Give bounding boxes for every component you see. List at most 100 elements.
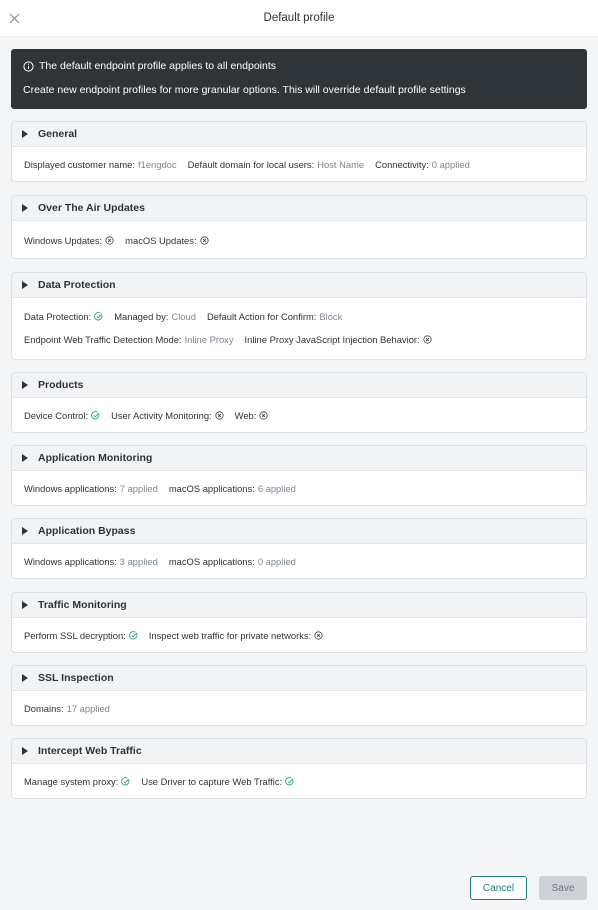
section-header-ssl-inspection[interactable]: SSL Inspection xyxy=(12,666,586,691)
setting-item: Inline Proxy JavaScript Injection Behavi… xyxy=(245,334,432,345)
setting-item: Web: xyxy=(235,410,269,421)
setting-value: 3 applied xyxy=(119,555,158,567)
setting-row: Windows Updates: macOS Updates: xyxy=(12,232,586,248)
setting-label: Default domain for local users: xyxy=(187,158,315,170)
disabled-x-icon xyxy=(423,334,432,344)
section-title: General xyxy=(38,128,78,140)
setting-row: Data Protection: Managed by: Cloud Default … xyxy=(12,308,586,324)
setting-label: Data Protection: xyxy=(24,310,92,322)
section-title: Traffic Monitoring xyxy=(38,599,127,611)
setting-value: Block xyxy=(319,310,343,322)
setting-item: macOS Updates: xyxy=(125,235,209,246)
setting-label: Web: xyxy=(234,409,257,421)
section-title: SSL Inspection xyxy=(38,672,114,684)
disabled-x-icon xyxy=(215,410,224,420)
section-data-protection: Data Protection Data Protection: Managed … xyxy=(11,272,587,360)
setting-label: Managed by: xyxy=(114,310,169,322)
setting-value: Cloud xyxy=(171,310,196,322)
section-general: General Displayed customer name: f1engdoc… xyxy=(11,121,587,182)
expand-triangle-icon xyxy=(22,527,28,535)
section-rows: Data Protection: Managed by: Cloud Default … xyxy=(12,298,586,347)
section-title: Over The Air Updates xyxy=(38,202,145,214)
setting-value: 0 applied xyxy=(257,555,296,567)
cancel-button[interactable]: Cancel xyxy=(470,876,527,900)
setting-label: Manage system proxy: xyxy=(24,775,119,787)
setting-label: Displayed customer name: xyxy=(24,158,135,170)
setting-value: f1engdoc xyxy=(138,158,177,170)
section-rows: Windows Updates: macOS Updates: xyxy=(12,221,586,248)
setting-label: Windows applications: xyxy=(24,555,117,567)
banner-description: Create new endpoint profiles for more gr… xyxy=(23,84,466,96)
section-traffic-monitoring: Traffic Monitoring Perform SSL decryptio… xyxy=(11,592,587,653)
section-header-products[interactable]: Products xyxy=(12,373,586,398)
setting-row: Domains: 17 applied xyxy=(12,700,586,716)
section-rows: Domains: 17 applied xyxy=(12,691,586,716)
section-title: Application Monitoring xyxy=(38,452,153,464)
section-header-application-bypass[interactable]: Application Bypass xyxy=(12,519,586,544)
setting-label: User Activity Monitoring: xyxy=(111,409,212,421)
section-rows: Windows applications: 7 applied macOS appl… xyxy=(12,471,586,496)
setting-value: 17 applied xyxy=(66,702,110,714)
disabled-x-icon xyxy=(259,410,268,420)
setting-item: Endpoint Web Traffic Detection Mode: Inli… xyxy=(24,334,234,345)
setting-item: Manage system proxy: xyxy=(24,776,130,787)
setting-item: Default domain for local users: Host Name xyxy=(188,159,365,170)
setting-item: Perform SSL decryption: xyxy=(24,630,138,641)
setting-item: Managed by: Cloud xyxy=(114,311,196,322)
section-header-ota[interactable]: Over The Air Updates xyxy=(12,196,586,221)
setting-value: Host Name xyxy=(317,158,365,170)
setting-item: Device Control: xyxy=(24,410,100,421)
section-header-application-monitoring[interactable]: Application Monitoring xyxy=(12,446,586,471)
enabled-check-icon xyxy=(285,776,294,785)
expand-triangle-icon xyxy=(22,281,28,289)
setting-item: Connectivity: 0 applied xyxy=(375,159,470,170)
setting-item: Windows Updates: xyxy=(24,235,114,246)
save-button[interactable]: Save xyxy=(539,876,587,900)
setting-label: macOS applications: xyxy=(168,555,255,567)
setting-row: Device Control: User Activity Monitoring:… xyxy=(12,407,586,423)
setting-item: Default Action for Confirm: Block xyxy=(207,311,342,322)
setting-row: Endpoint Web Traffic Detection Mode: Inli… xyxy=(12,331,586,347)
setting-label: Inspect web traffic for private networks… xyxy=(148,629,312,641)
setting-item: Windows applications: 7 applied xyxy=(24,483,158,494)
setting-value: 6 applied xyxy=(257,482,296,494)
setting-item: User Activity Monitoring: xyxy=(111,410,224,421)
setting-label: Endpoint Web Traffic Detection Mode: xyxy=(24,333,182,345)
section-application-bypass: Application Bypass Windows applications:… xyxy=(11,518,587,579)
section-header-traffic-monitoring[interactable]: Traffic Monitoring xyxy=(12,593,586,618)
enabled-check-icon xyxy=(91,410,100,419)
setting-label: Perform SSL decryption: xyxy=(24,629,126,641)
setting-item: Inspect web traffic for private networks… xyxy=(149,630,323,641)
setting-item: Data Protection: xyxy=(24,311,103,322)
section-header-intercept-web-traffic[interactable]: Intercept Web Traffic xyxy=(12,739,586,764)
setting-label: Use Driver to capture Web Traffic: xyxy=(141,775,283,787)
setting-label: Default Action for Confirm: xyxy=(206,310,317,322)
setting-item: macOS applications: 6 applied xyxy=(169,483,296,494)
section-rows: Manage system proxy: Use Driver to captur… xyxy=(12,764,586,789)
expand-triangle-icon xyxy=(22,381,28,389)
section-products: Products Device Control: User Activity Mo… xyxy=(11,372,587,433)
setting-label: Windows Updates: xyxy=(24,234,103,246)
section-header-general[interactable]: General xyxy=(12,122,586,147)
setting-row: Perform SSL decryption: Inspect web traff… xyxy=(12,627,586,643)
setting-row: Windows applications: 7 applied macOS appl… xyxy=(12,480,586,496)
section-title: Data Protection xyxy=(38,279,116,291)
expand-triangle-icon xyxy=(22,674,28,682)
section-rows: Displayed customer name: f1engdoc Default … xyxy=(12,147,586,172)
section-header-data-protection[interactable]: Data Protection xyxy=(12,273,586,298)
section-ssl-inspection: SSL Inspection Domains: 17 applied xyxy=(11,665,587,726)
setting-item: Windows applications: 3 applied xyxy=(24,556,158,567)
enabled-check-icon xyxy=(94,311,103,320)
setting-value: 7 applied xyxy=(119,482,158,494)
enabled-check-icon xyxy=(128,630,138,639)
section-ota: Over The Air Updates Windows Updates: mac… xyxy=(11,195,587,259)
setting-row: Windows applications: 3 applied macOS appl… xyxy=(12,553,586,569)
info-icon xyxy=(23,60,34,72)
enabled-check-icon xyxy=(121,776,130,785)
banner-heading: The default endpoint profile applies to … xyxy=(39,60,276,72)
setting-label: Inline Proxy JavaScript Injection Behavi… xyxy=(244,333,420,345)
expand-triangle-icon xyxy=(22,130,28,138)
expand-triangle-icon xyxy=(22,454,28,462)
setting-value: 0 applied xyxy=(431,158,470,170)
expand-triangle-icon xyxy=(22,747,28,755)
